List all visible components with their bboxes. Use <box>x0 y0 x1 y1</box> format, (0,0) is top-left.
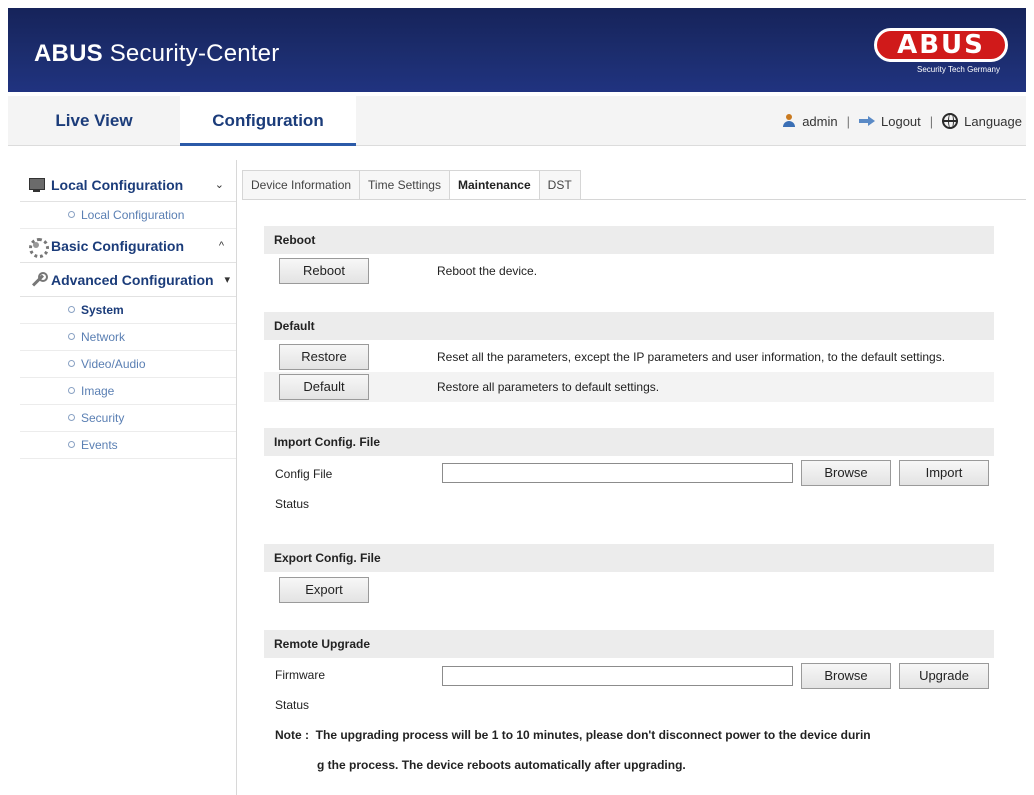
bullet-icon <box>68 211 75 219</box>
reboot-description: Reboot the device. <box>437 264 538 278</box>
sidebar-item-system[interactable]: System <box>20 297 236 324</box>
bullet-icon <box>68 306 75 314</box>
sidebar-item-events[interactable]: Events <box>20 432 236 459</box>
tab-configuration[interactable]: Configuration <box>180 96 356 146</box>
reboot-button[interactable]: Reboot <box>279 258 369 284</box>
sidebar-heading-label: Local Configuration <box>51 176 184 193</box>
sidebar-advanced-configuration[interactable]: Advanced Configuration ▾ <box>20 263 236 297</box>
language-link[interactable]: Language <box>964 114 1022 129</box>
section-upgrade-heading: Remote Upgrade <box>264 630 994 658</box>
top-nav: Live View Configuration admin | Logout |… <box>8 96 1026 146</box>
default-button[interactable]: Default <box>279 374 369 400</box>
monitor-icon <box>28 176 46 194</box>
chevron-up-icon[interactable]: ^ <box>219 240 224 252</box>
chevron-down-icon[interactable]: ⌄ <box>215 178 224 191</box>
sidebar-basic-configuration[interactable]: Basic Configuration ^ <box>20 229 236 263</box>
chevron-down-icon[interactable]: ▾ <box>224 273 230 286</box>
sidebar-item-local-configuration[interactable]: Local Configuration <box>20 202 236 229</box>
username-label[interactable]: admin <box>802 114 837 129</box>
firmware-label: Firmware <box>275 668 325 682</box>
sidebar-item-video-audio[interactable]: Video/Audio <box>20 351 236 378</box>
tab-dst[interactable]: DST <box>538 170 581 200</box>
bullet-icon <box>68 441 75 449</box>
tab-maintenance[interactable]: Maintenance <box>448 170 539 200</box>
user-icon <box>782 114 796 128</box>
sidebar-item-label: Network <box>81 330 126 344</box>
separator: | <box>929 113 934 129</box>
sidebar-item-label: Local Configuration <box>81 208 185 222</box>
sidebar-item-image[interactable]: Image <box>20 378 236 405</box>
tab-underline <box>242 199 1026 200</box>
content-tabs: Device Information Time Settings Mainten… <box>242 170 581 200</box>
header-banner: ABUS Security-Center ABUS Security Tech … <box>8 8 1026 92</box>
section-import-heading: Import Config. File <box>264 428 994 456</box>
import-button[interactable]: Import <box>899 460 989 486</box>
upgrade-note-line2: g the process. The device reboots automa… <box>317 758 686 772</box>
globe-icon[interactable] <box>942 113 959 129</box>
browse-firmware-button[interactable]: Browse <box>801 663 891 689</box>
app-title: ABUS Security-Center <box>34 40 279 68</box>
separator: | <box>846 113 850 129</box>
sidebar-item-security[interactable]: Security <box>20 405 236 432</box>
tab-device-information[interactable]: Device Information <box>242 170 360 200</box>
sidebar-item-label: Image <box>81 384 115 398</box>
upgrade-button[interactable]: Upgrade <box>899 663 989 689</box>
brand-bold: ABUS <box>34 40 103 67</box>
section-default-heading: Default <box>264 312 994 340</box>
sidebar: Local Configuration ⌄ Local Configuratio… <box>20 168 236 459</box>
section-export-heading: Export Config. File <box>264 544 994 572</box>
sidebar-divider <box>236 160 237 795</box>
import-status-label: Status <box>275 497 310 511</box>
default-description: Restore all parameters to default settin… <box>437 380 660 394</box>
bullet-icon <box>68 387 75 395</box>
tab-time-settings[interactable]: Time Settings <box>359 170 449 200</box>
bullet-icon <box>68 333 75 341</box>
logo-text: ABUS <box>874 28 1008 62</box>
sidebar-item-label: Video/Audio <box>81 357 146 371</box>
sidebar-local-configuration[interactable]: Local Configuration ⌄ <box>20 168 236 202</box>
upgrade-note-line1: Note : The upgrading process will be 1 t… <box>275 728 871 742</box>
logout-icon[interactable] <box>859 116 875 126</box>
section-reboot-heading: Reboot <box>264 226 994 254</box>
bullet-icon <box>68 414 75 422</box>
firmware-file-input[interactable] <box>442 666 793 686</box>
logo-tagline: Security Tech Germany <box>917 65 1000 74</box>
user-menu: admin | Logout | Language <box>782 113 1022 129</box>
gear-icon <box>28 237 49 258</box>
bullet-icon <box>68 360 75 368</box>
sidebar-heading-label: Basic Configuration <box>51 237 185 254</box>
sidebar-item-label: Events <box>81 438 118 452</box>
sidebar-item-network[interactable]: Network <box>20 324 236 351</box>
sidebar-item-label: Security <box>81 411 125 425</box>
logout-link[interactable]: Logout <box>881 114 921 129</box>
abus-logo: ABUS Security Tech Germany <box>870 24 1010 78</box>
upgrade-status-label: Status <box>275 698 310 712</box>
tab-live-view[interactable]: Live View <box>8 96 180 146</box>
wrench-icon <box>28 271 48 289</box>
restore-description: Reset all the parameters, except the IP … <box>437 350 946 364</box>
config-file-input[interactable] <box>442 463 793 483</box>
sidebar-heading-label: Advanced Configuration <box>51 271 214 288</box>
export-button[interactable]: Export <box>279 577 369 603</box>
browse-config-button[interactable]: Browse <box>801 460 891 486</box>
brand-rest: Security-Center <box>109 40 280 67</box>
restore-button[interactable]: Restore <box>279 344 369 370</box>
sidebar-item-label: System <box>81 303 124 317</box>
config-file-label: Config File <box>275 467 333 481</box>
